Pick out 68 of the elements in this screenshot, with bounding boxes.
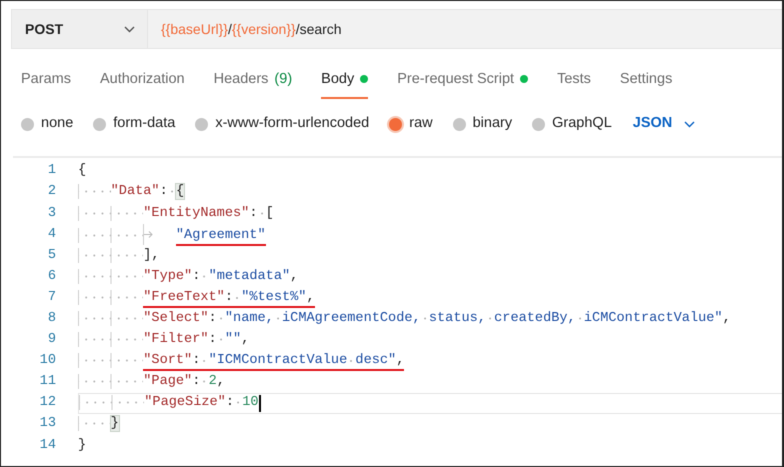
line-number: 12 [38,394,56,412]
code-token: "EntityNames" [78,204,250,224]
code-token: : [224,288,242,308]
line-number: 9 [46,331,56,350]
chevron-down-icon [684,120,696,128]
chevron-down-icon [124,26,135,32]
code-token: "FreeText" [78,288,225,308]
code-token: : [208,309,225,330]
code-token: "Filter" [78,330,209,350]
radio-option[interactable]: form-data [93,113,176,135]
code-token: "PageSize" [79,393,226,414]
url-field[interactable]: {{baseUrl}}/{{version}}/search [148,10,342,48]
code-token: "Select" [78,309,209,330]
format-dropdown[interactable]: JSON [632,113,696,135]
radio-option[interactable]: none [21,113,74,135]
code-token: , [722,310,731,328]
tab[interactable]: Settings [620,61,672,99]
line-number: 3 [46,204,56,223]
code-token: "Type" [78,266,192,288]
code-token: : [192,372,209,393]
line-number: 13 [38,415,56,434]
code-token: } [78,436,86,455]
code-token: { [78,162,86,180]
code-token: "Page" [78,372,192,393]
line-number: 7 [46,288,56,307]
code-token: , [306,288,315,308]
code-token: : [ [249,204,274,223]
code-token: : [192,266,209,288]
code-token: "Agreement" [78,224,266,246]
code-token: 2 [208,373,217,392]
code-token: "name, iCMAgreementCode, status, createdBy, iCMContractValue" [224,310,723,328]
tab[interactable]: Headers (9) [214,61,292,99]
radio-option[interactable]: GraphQL [532,113,612,135]
text-cursor [258,395,261,412]
line-number: 1 [46,162,56,180]
code-token: : [192,351,209,372]
tab-arrow-icon [144,230,154,238]
code-token: 10 [242,394,259,412]
line-number: 2 [46,183,56,202]
radio-option[interactable]: x-www-form-urlencoded [195,113,370,135]
code-token: "%test%" [241,288,306,308]
line-number: 11 [38,373,56,392]
code-token: : [226,393,242,414]
code-token: "metadata" [208,268,290,286]
tab[interactable]: Params [21,61,71,99]
code-token: , [396,351,404,372]
line-number: 4 [46,226,56,244]
code-token: , [241,331,250,350]
line-number: 10 [38,352,56,370]
radio-option[interactable]: binary [452,113,512,135]
tab[interactable]: Authorization [100,61,185,99]
code-token: "ICMContractValue desc" [208,351,396,372]
tab[interactable]: Body [321,61,368,99]
line-number: 6 [46,268,56,286]
tab[interactable]: Pre-request Script [397,61,528,99]
code-token: "" [224,331,242,350]
code-token: { [176,183,184,202]
code-token: , [290,268,298,286]
line-number: 5 [46,246,56,265]
code-token: "Data" [78,182,160,203]
line-number: 8 [46,310,56,328]
code-token: : [160,182,176,203]
tab[interactable]: Tests [557,61,591,99]
radio-option[interactable]: raw [389,113,433,135]
line-number: 14 [38,436,56,455]
code-token: "Sort" [78,351,192,372]
code-token: : [208,330,225,350]
code-token: , [216,373,225,392]
